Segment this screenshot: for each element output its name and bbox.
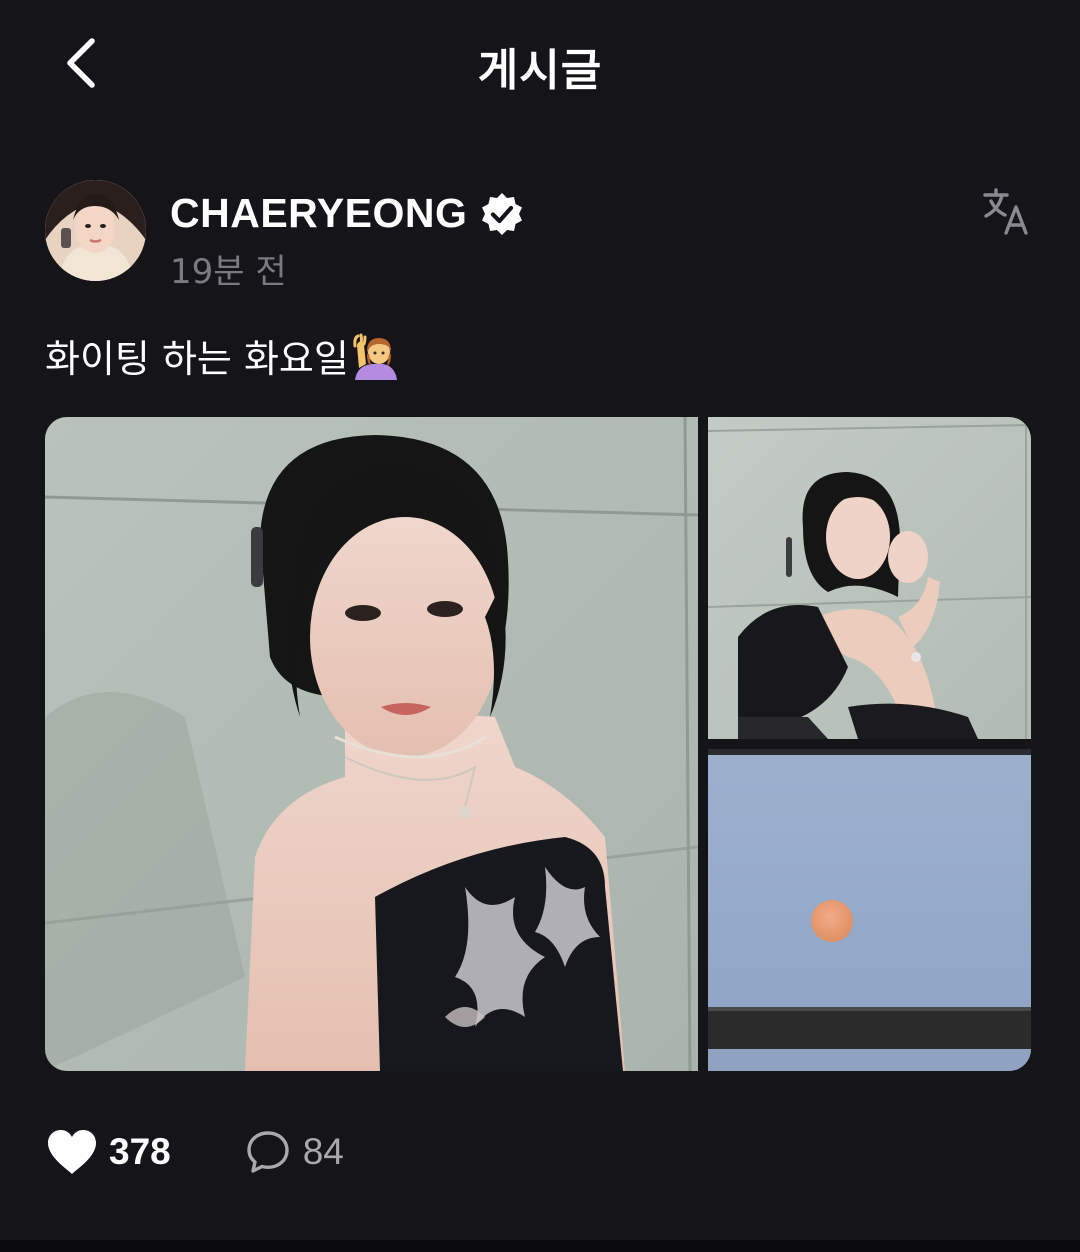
post-actions-bar: 378 84	[45, 1122, 344, 1182]
post-text: 화이팅 하는 화요일	[45, 337, 349, 381]
post-body: 화이팅 하는 화요일	[45, 328, 399, 383]
post-timestamp: 19분 전	[170, 252, 287, 292]
post-author-row: CHAERYEONG 19분 전	[45, 180, 1035, 292]
translate-button[interactable]	[979, 184, 1035, 240]
bottom-edge	[0, 1240, 1080, 1252]
person-raising-hand-emoji-icon	[351, 332, 399, 380]
comment-icon	[247, 1131, 289, 1173]
verified-badge-icon	[479, 191, 525, 237]
top-navigation-bar: 게시글	[0, 0, 1080, 130]
heart-icon	[48, 1130, 96, 1174]
comment-count: 84	[302, 1131, 344, 1172]
comment-button[interactable]: 84	[245, 1129, 344, 1175]
gallery-photo-main[interactable]	[45, 417, 698, 1071]
gallery-photo-top-right[interactable]	[708, 417, 1031, 739]
photo-gallery	[45, 417, 1031, 1071]
author-name-group: CHAERYEONG	[170, 190, 525, 237]
like-button[interactable]: 378	[45, 1128, 171, 1176]
author-name[interactable]: CHAERYEONG	[170, 190, 467, 237]
avatar[interactable]	[45, 180, 146, 281]
gallery-photo-bottom-right[interactable]	[708, 749, 1031, 1071]
page-title: 게시글	[477, 45, 603, 96]
translate-icon	[983, 188, 1028, 235]
like-count: 378	[109, 1131, 171, 1172]
